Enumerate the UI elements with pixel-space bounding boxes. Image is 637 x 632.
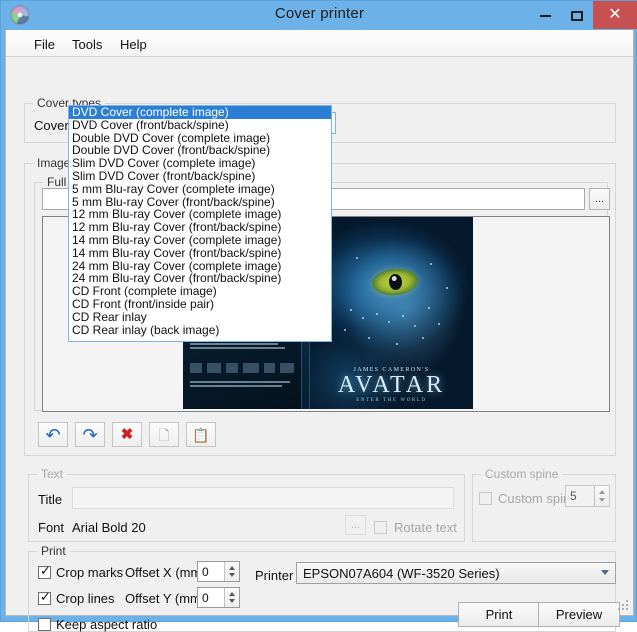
custom-spine-group-label: Custom spine [481,467,562,481]
cover-type-dropdown-list[interactable]: DVD Cover (complete image)DVD Cover (fro… [68,105,332,342]
cover-field-label: Cover [34,118,69,133]
close-button[interactable]: ✕ [593,1,637,29]
keep-aspect-ratio-checkbox[interactable] [38,618,51,631]
minimize-button[interactable] [530,1,560,30]
tagline: ENTER THE WORLD [310,398,473,403]
offset-y-stepper[interactable]: 0 [197,587,240,608]
dropdown-option[interactable]: 5 mm Blu-ray Cover (complete image) [69,183,331,196]
offset-x-label: Offset X (mm) [125,565,206,580]
rotate-text-checkbox[interactable] [374,521,387,534]
printer-combobox[interactable]: EPSON07A604 (WF-3520 Series) [296,562,616,584]
stepper-down-icon[interactable] [229,599,235,603]
copy-icon: 🗋 [158,428,169,442]
checkmark-icon: ✓ [40,590,51,603]
custom-spine-checkbox[interactable] [479,492,492,505]
offset-x-stepper-buttons[interactable] [224,562,239,581]
undo-button[interactable]: ↶ [38,422,68,447]
redo-icon: ↷ [82,426,97,444]
printer-selected-value: EPSON07A604 (WF-3520 Series) [303,566,500,581]
font-picker-button[interactable]: ... [345,515,366,535]
menu-item-help[interactable]: Help [112,35,155,54]
dropdown-option[interactable]: DVD Cover (front/back/spine) [69,119,331,132]
movie-title: AVATAR [310,373,473,398]
cover-title-block: JAMES CAMERON'S AVATAR ENTER THE WORLD [310,367,473,403]
custom-spine-stepper-buttons[interactable] [594,486,609,506]
stepper-up-icon[interactable] [229,592,235,596]
crop-marks-checkbox[interactable]: ✓ [38,566,51,579]
print-group-label: Print [37,544,70,558]
crop-lines-checkbox[interactable]: ✓ [38,592,51,605]
dropdown-option[interactable]: CD Rear inlay (back image) [69,324,331,337]
paste-icon: 📋 [192,428,209,442]
print-button[interactable]: Print [458,602,540,627]
menu-item-file[interactable]: File [26,35,63,54]
paste-button[interactable]: 📋 [186,422,216,447]
offset-y-label: Offset Y (mm) [125,591,205,606]
minimize-icon [540,15,551,17]
close-icon: ✕ [608,7,621,23]
maximize-icon [571,11,583,21]
crop-marks-label: Crop marks [56,565,123,580]
dropdown-option[interactable]: CD Front (front/inside pair) [69,298,331,311]
undo-icon: ↶ [45,426,60,444]
title-input[interactable] [72,487,454,509]
font-field-label: Font [38,520,64,535]
application-window: Cover printer ✕ File Tools Help Cover ty… [0,0,637,622]
offset-x-stepper[interactable]: 0 [197,561,240,582]
title-field-label: Title [38,492,62,507]
maximize-button[interactable] [562,1,592,30]
stepper-down-icon[interactable] [229,573,235,577]
browse-button[interactable]: ... [589,188,610,210]
copy-button[interactable]: 🗋 [149,422,179,447]
delete-icon: ✖ [121,427,134,442]
cover-front-panel: JAMES CAMERON'S AVATAR ENTER THE WORLD [310,217,473,409]
custom-spine-stepper[interactable]: 5 [565,485,610,507]
stepper-up-icon[interactable] [229,566,235,570]
stepper-down-icon[interactable] [599,498,605,502]
offset-y-value: 0 [202,591,209,605]
title-bar: Cover printer ✕ [1,1,637,30]
dropdown-option[interactable]: Slim DVD Cover (front/back/spine) [69,170,331,183]
stepper-up-icon[interactable] [599,490,605,494]
dropdown-option[interactable]: 14 mm Blu-ray Cover (front/back/spine) [69,247,331,260]
redo-button[interactable]: ↷ [75,422,105,447]
checkmark-icon: ✓ [40,564,51,577]
dropdown-option[interactable]: DVD Cover (complete image) [69,106,331,119]
printer-label: Printer [255,568,293,583]
delete-button[interactable]: ✖ [112,422,142,447]
offset-y-stepper-buttons[interactable] [224,588,239,607]
chevron-down-icon [601,570,609,575]
custom-spine-value: 5 [570,489,577,503]
keep-aspect-ratio-label: Keep aspect ratio [56,617,157,632]
offset-x-value: 0 [202,565,209,579]
crop-lines-label: Crop lines [56,591,115,606]
menu-item-tools[interactable]: Tools [64,35,110,54]
dropdown-option[interactable]: 14 mm Blu-ray Cover (complete image) [69,234,331,247]
text-group-label: Text [37,467,67,481]
menu-bar: File Tools Help [6,30,633,57]
preview-button[interactable]: Preview [538,602,620,627]
font-value: Arial Bold 20 [72,520,146,535]
rotate-text-label: Rotate text [394,520,457,535]
resize-grip[interactable] [618,600,630,612]
dropdown-option[interactable]: CD Rear inlay [69,311,331,324]
